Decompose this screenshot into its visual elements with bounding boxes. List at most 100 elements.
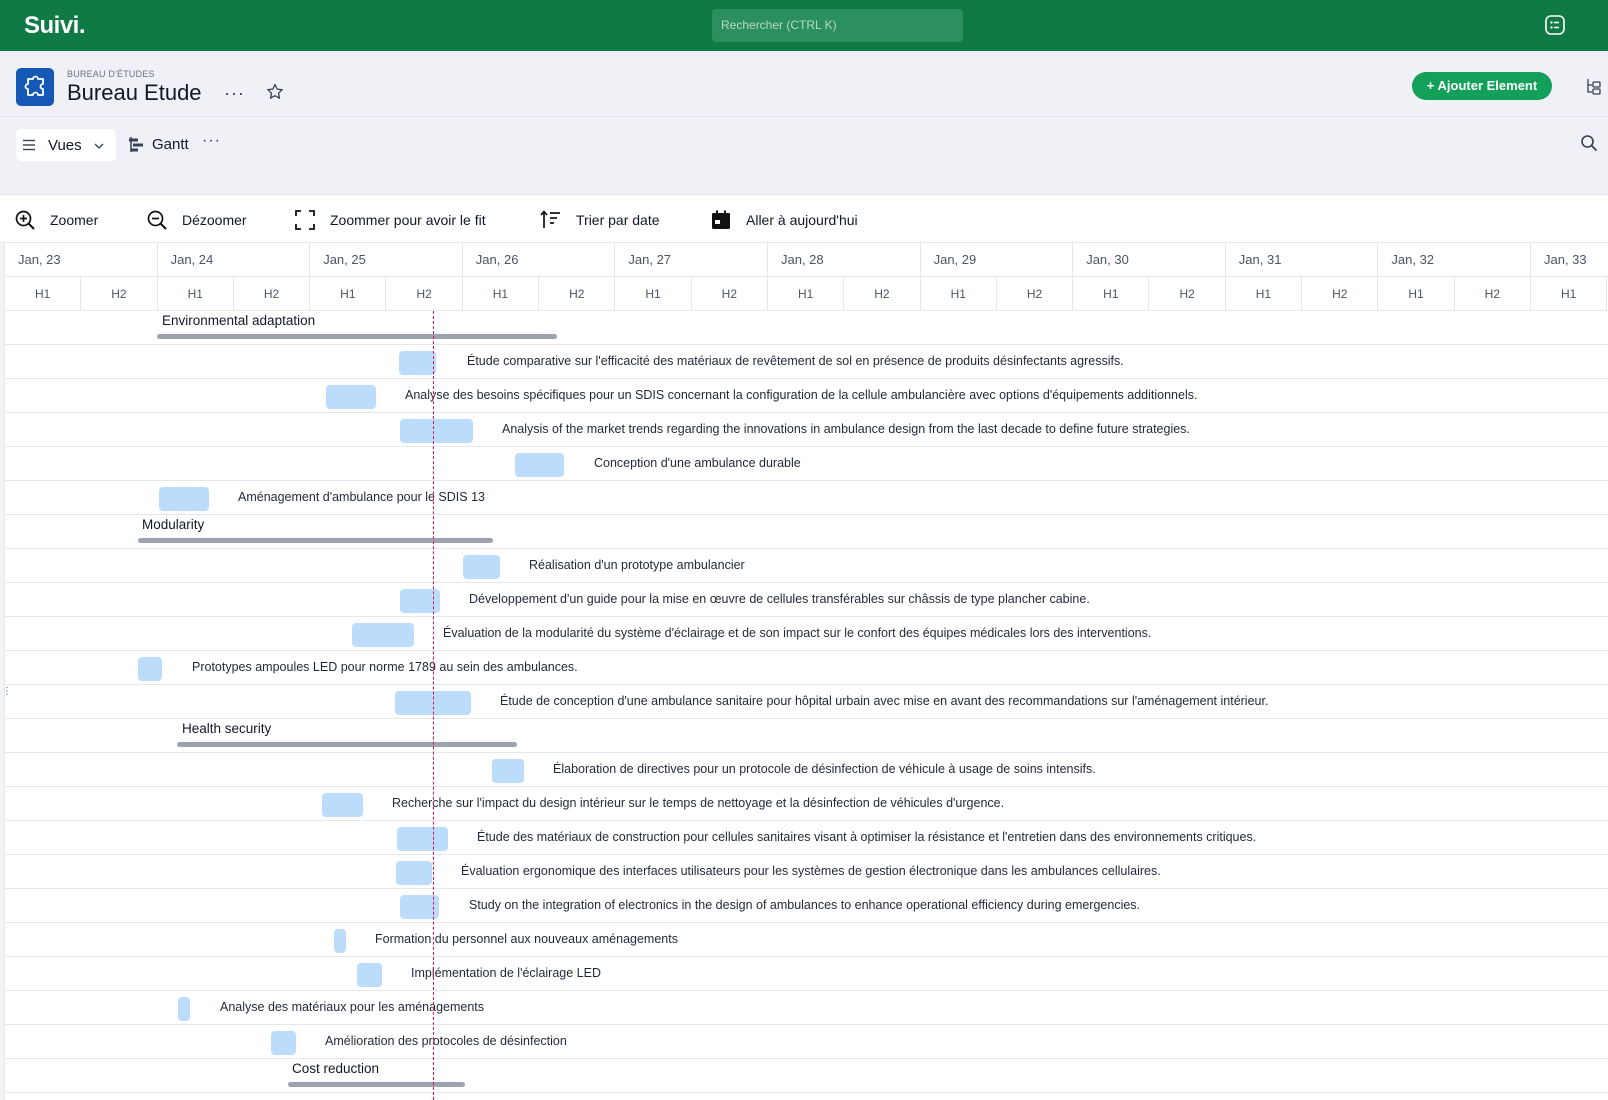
task-label[interactable]: Recherche sur l'impact du design intérie…: [392, 796, 1004, 810]
gantt-task-row: Élaboration de directives pour un protoc…: [5, 753, 1608, 787]
timeline-half: H1: [5, 277, 82, 311]
gantt-task-row: Réalisation d'un prototype ambulancier: [5, 549, 1608, 583]
timeline-day: Jan, 25: [310, 243, 463, 277]
fit-screen-icon: [295, 210, 315, 230]
task-bar[interactable]: [334, 929, 346, 953]
timeline-halves-row: H1 H2 H1 H2 H1 H2 H1 H2 H1 H2 H1 H2 H1 H2 H1 H2 H1 H2 H1 H2…: [5, 277, 1608, 311]
star-icon[interactable]: [265, 82, 285, 102]
timeline-day: Jan, 23: [5, 243, 158, 277]
add-element-button[interactable]: + Ajouter Element: [1412, 72, 1552, 100]
timeline-day: Jan, 32: [1378, 243, 1531, 277]
project-icon: [16, 68, 54, 106]
timeline-half: H2: [692, 277, 768, 311]
task-label[interactable]: Évaluation de la modularité du système d…: [443, 626, 1151, 640]
task-bar[interactable]: [352, 623, 414, 647]
tree-structure-icon[interactable]: [1585, 77, 1603, 95]
menu-icon: [23, 139, 35, 151]
timeline-half: H2: [1302, 277, 1379, 311]
gantt-task-row: Prototypes ampoules LED pour norme 1789 …: [5, 651, 1608, 685]
timeline-day: Jan, 30: [1073, 243, 1226, 277]
views-dropdown[interactable]: Vues: [16, 129, 116, 161]
view-more-button[interactable]: ···: [202, 132, 221, 150]
task-label[interactable]: Étude de conception d'une ambulance sani…: [500, 694, 1268, 708]
sort-by-date-label: Trier par date: [576, 212, 660, 228]
group-summary-bar[interactable]: [138, 538, 493, 543]
task-bar[interactable]: [400, 419, 473, 443]
gantt-task-row: Amélioration des protocoles de désinfect…: [5, 1025, 1608, 1059]
gantt-toolbar: Zoomer Dézoomer Zoommer pour avoir le fi…: [0, 196, 1608, 243]
task-bar[interactable]: [138, 657, 162, 681]
search-input[interactable]: Rechercher (CTRL K): [712, 9, 963, 42]
task-bar[interactable]: [399, 351, 436, 375]
task-label[interactable]: Analysis of the market trends regarding …: [502, 422, 1190, 436]
group-summary-bar[interactable]: [157, 334, 557, 339]
group-label: Environmental adaptation: [162, 313, 316, 328]
group-summary-bar[interactable]: [288, 1082, 465, 1087]
timeline-half: H1: [1226, 277, 1303, 311]
group-summary-bar[interactable]: [177, 742, 517, 747]
zoom-out-label: Dézoomer: [182, 212, 247, 228]
task-label[interactable]: Étude comparative sur l'efficacité des m…: [467, 354, 1124, 368]
task-bar[interactable]: [463, 555, 500, 579]
task-label[interactable]: Réalisation d'un prototype ambulancier: [529, 558, 745, 572]
task-label[interactable]: Évaluation ergonomique des interfaces ut…: [461, 864, 1161, 878]
task-label[interactable]: Prototypes ampoules LED pour norme 1789 …: [192, 660, 578, 674]
task-label[interactable]: Formation du personnel aux nouveaux amén…: [375, 932, 678, 946]
gantt-task-row: Évaluation de la modularité du système d…: [5, 617, 1608, 651]
timeline-half: H2: [1150, 277, 1226, 311]
zoom-in-label: Zoomer: [50, 212, 99, 228]
views-label: Vues: [48, 137, 82, 154]
search-icon[interactable]: [1580, 134, 1598, 152]
timeline-day: Jan, 27: [615, 243, 768, 277]
timeline-half: H1: [1531, 277, 1608, 311]
gantt-task-row: Étude des matériaux de construction pour…: [5, 821, 1608, 855]
task-bar[interactable]: [400, 589, 440, 613]
task-label[interactable]: Aménagement d'ambulance pour le SDIS 13: [238, 490, 485, 504]
timeline-half: H2: [234, 277, 311, 311]
top-bar: Suivi. Rechercher (CTRL K): [0, 0, 1608, 51]
task-bar[interactable]: [271, 1031, 296, 1055]
gantt-task-row: Recherche sur l'impact du design intérie…: [5, 787, 1608, 821]
task-bar[interactable]: [159, 487, 209, 511]
timeline-day: Jan, 29: [921, 243, 1074, 277]
task-label[interactable]: Analyse des matériaux pour les aménageme…: [220, 1000, 484, 1014]
gantt-icon: [129, 137, 143, 152]
app-logo[interactable]: Suivi.: [24, 12, 86, 40]
timeline-half: H2: [844, 277, 921, 311]
task-bar[interactable]: [322, 793, 363, 817]
task-bar[interactable]: [515, 453, 564, 477]
more-options-button[interactable]: ···: [224, 83, 245, 104]
task-bar[interactable]: [397, 827, 448, 851]
task-label[interactable]: Développement d'un guide pour la mise en…: [469, 592, 1090, 606]
gantt-group-row[interactable]: Environmental adaptation: [5, 311, 1608, 345]
task-label[interactable]: Étude des matériaux de construction pour…: [477, 830, 1256, 844]
task-label[interactable]: Analyse des besoins spécifiques pour un …: [405, 388, 1197, 402]
task-bar[interactable]: [492, 759, 524, 783]
gantt-group-row[interactable]: Modularity: [5, 515, 1608, 549]
gantt-task-row: Conception d'une ambulance durable: [5, 447, 1608, 481]
timeline-half: H1: [463, 277, 540, 311]
tasks-icon[interactable]: [1544, 14, 1566, 36]
gantt-task-row: Aménagement d'ambulance pour le SDIS 13: [5, 481, 1608, 515]
gantt-group-row[interactable]: Health security: [5, 719, 1608, 753]
timeline-day: Jan, 26: [463, 243, 616, 277]
sort-icon: [540, 210, 560, 228]
timeline-header: Jan, 23 Jan, 24 Jan, 25 Jan, 26 Jan, 27 Jan, …: [5, 243, 1608, 311]
timeline-day: Jan, 24: [158, 243, 311, 277]
timeline-half: H2: [997, 277, 1074, 311]
task-bar[interactable]: [357, 963, 382, 987]
zoom-in-icon: [15, 210, 35, 230]
task-label[interactable]: Conception d'une ambulance durable: [594, 456, 801, 470]
task-bar[interactable]: [326, 385, 376, 409]
timeline-half: H1: [1073, 277, 1150, 311]
task-label[interactable]: Élaboration de directives pour un protoc…: [553, 762, 1096, 776]
gantt-group-row[interactable]: Cost reduction: [5, 1059, 1608, 1093]
timeline-half: H2: [1455, 277, 1531, 311]
task-bar[interactable]: [396, 861, 432, 885]
task-label[interactable]: Amélioration des protocoles de désinfect…: [325, 1034, 567, 1048]
task-label[interactable]: Study on the integration of electronics …: [469, 898, 1140, 912]
task-label[interactable]: Implémentation de l'éclairage LED: [411, 966, 601, 980]
gantt-task-row: Étude de conception d'une ambulance sani…: [5, 685, 1608, 719]
breadcrumb[interactable]: BUREAU D'ÉTUDES: [67, 69, 155, 79]
task-bar[interactable]: [178, 997, 190, 1021]
